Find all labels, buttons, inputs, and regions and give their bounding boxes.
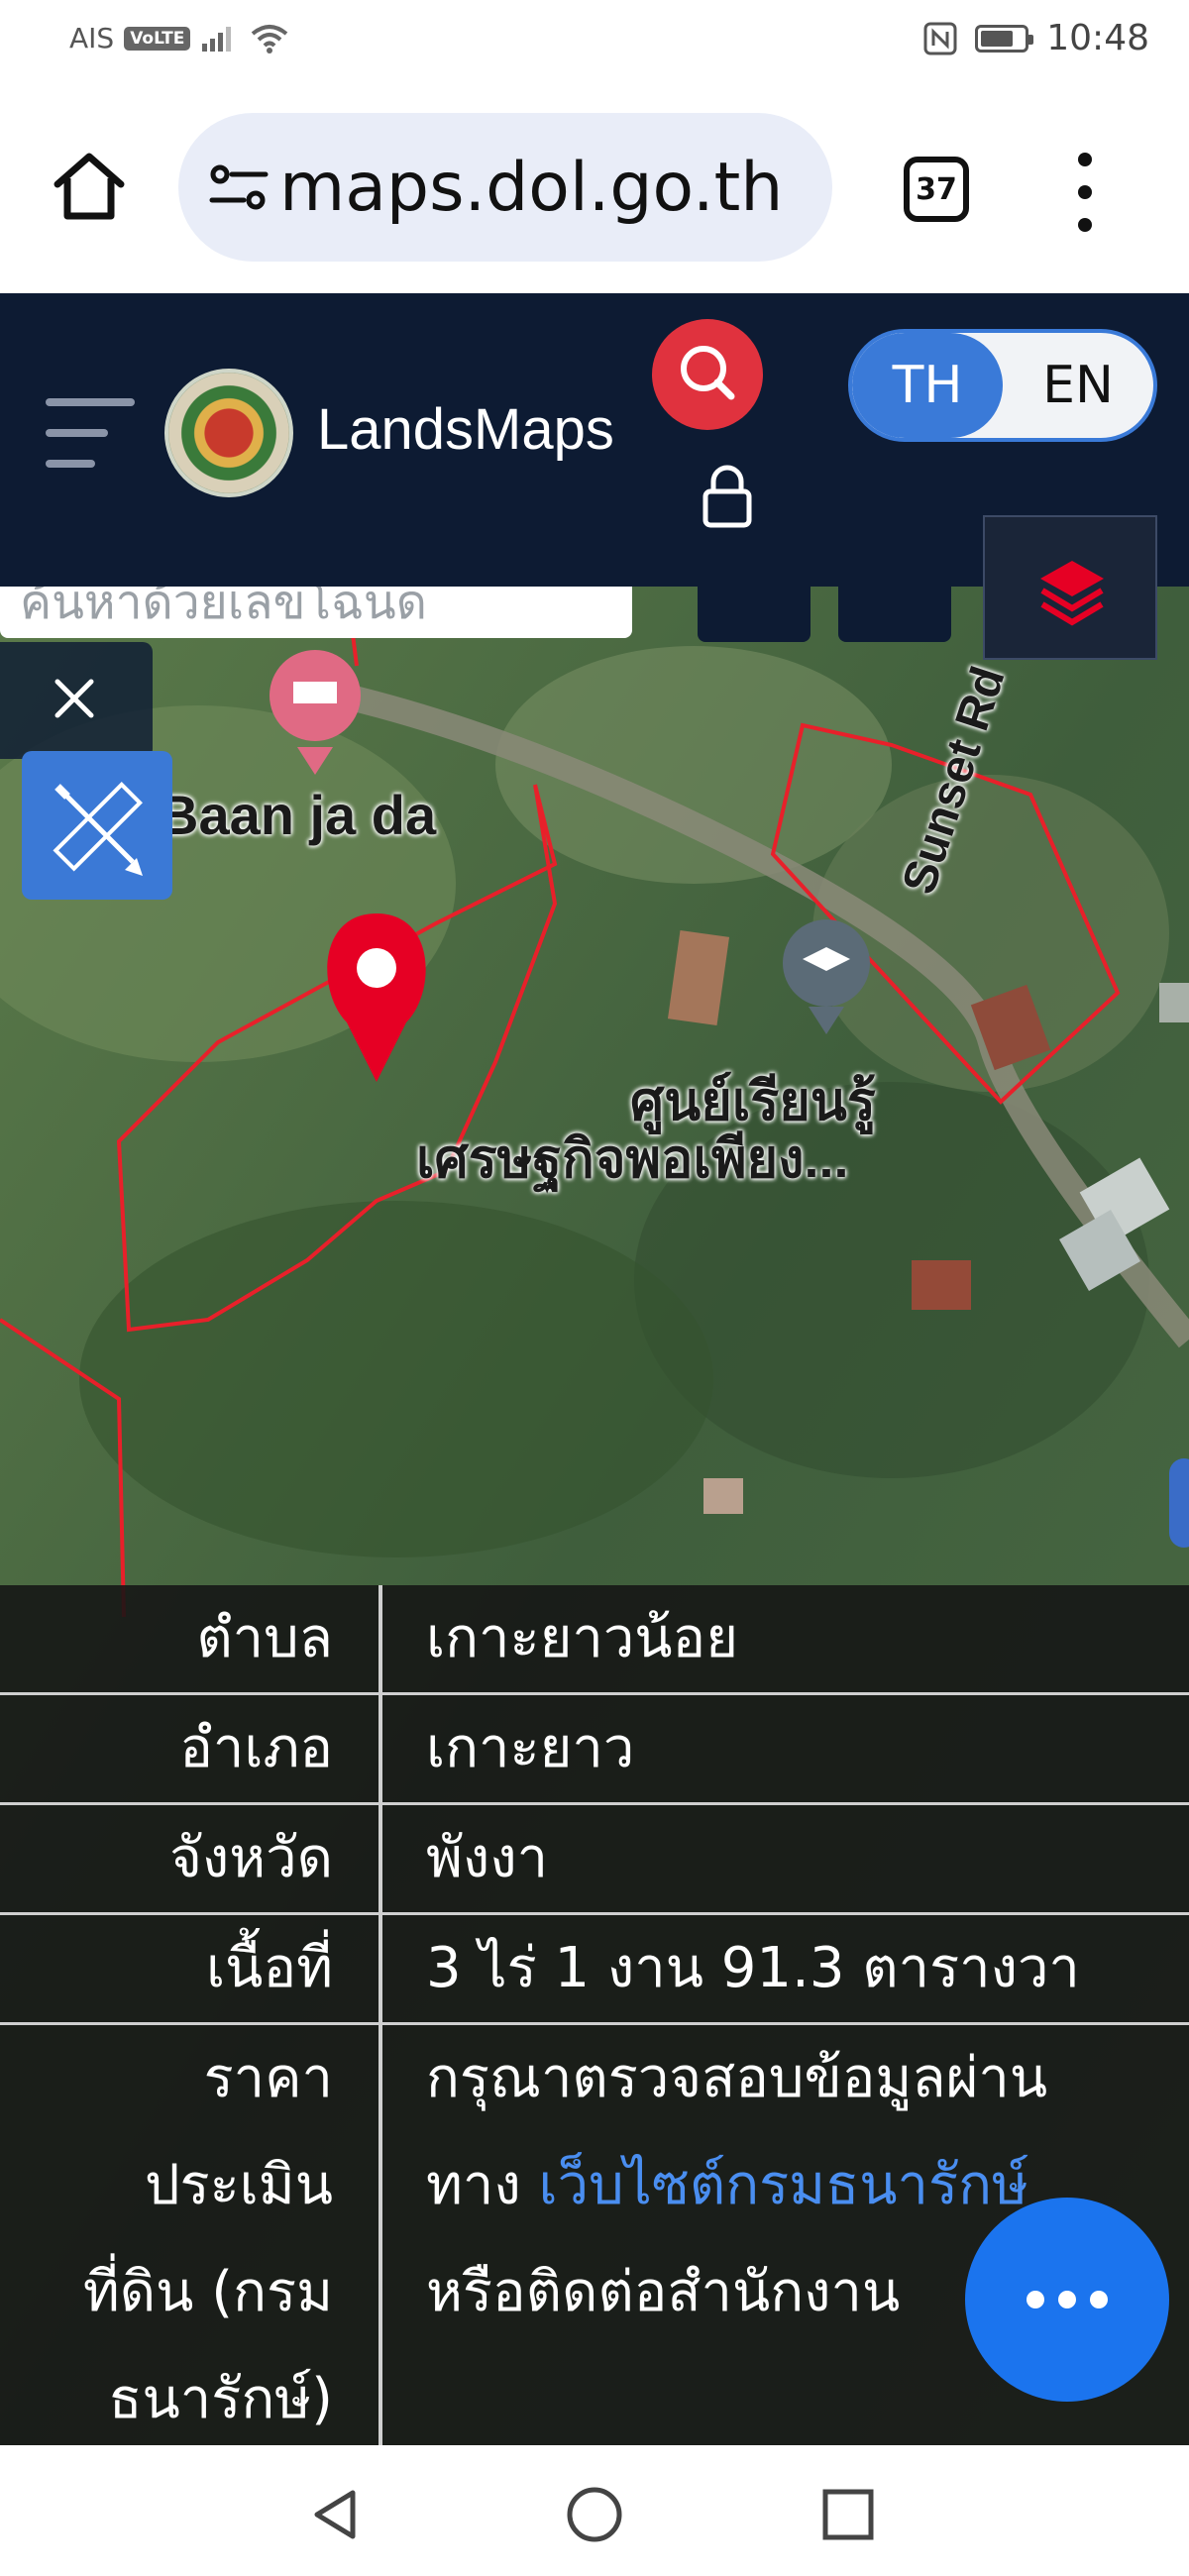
- address-bar[interactable]: maps.dol.go.th: [178, 113, 832, 262]
- table-row: ตำบล เกาะยาวน้อย: [0, 1585, 1189, 1695]
- status-left: AIS VoLTE: [69, 22, 289, 54]
- lang-th-button[interactable]: TH: [852, 333, 1003, 438]
- row-label: เนื้อที่: [206, 1936, 333, 2000]
- layers-icon: [1040, 561, 1104, 626]
- table-row: เนื้อที่ 3 ไร่ 1 งาน 91.3 ตารางวา: [0, 1915, 1189, 2025]
- price-value-line: กรุณาตรวจสอบข้อมูลผ่าน: [426, 2046, 1048, 2110]
- signal-icon: [202, 26, 232, 52]
- map-label-hotel[interactable]: Baan ja da: [159, 783, 436, 847]
- search-button[interactable]: [652, 319, 763, 430]
- lang-en-button[interactable]: EN: [1003, 333, 1153, 438]
- recents-nav-icon[interactable]: [818, 2485, 878, 2544]
- price-value-prefix: ทาง: [426, 2153, 539, 2217]
- language-toggle[interactable]: TH EN: [848, 329, 1157, 442]
- search-placeholder: ค้นหาด้วยเลขโฉนด: [20, 587, 427, 630]
- row-label: จังหวัด: [169, 1826, 333, 1890]
- brand-title: LandsMaps: [317, 397, 614, 462]
- lock-icon[interactable]: [700, 464, 755, 529]
- treasury-website-link[interactable]: เว็บไซต์กรมธนารักษ์: [539, 2153, 1028, 2217]
- search-icon: [681, 346, 735, 400]
- measure-tool-button[interactable]: [838, 587, 951, 642]
- hamburger-menu-icon[interactable]: [46, 398, 135, 468]
- wifi-icon: [252, 24, 288, 54]
- layers-button[interactable]: [983, 515, 1157, 660]
- parcel-search-input[interactable]: ค้นหาด้วยเลขโฉนด: [0, 587, 632, 638]
- map-tool-button[interactable]: [698, 587, 811, 642]
- battery-fill: [981, 30, 1013, 47]
- price-label-line: ธนารักษ์): [108, 2367, 333, 2431]
- home-icon[interactable]: [50, 147, 129, 226]
- status-right: 10:48: [923, 18, 1149, 58]
- system-nav-bar: [0, 2445, 1189, 2576]
- row-value: เกาะยาวน้อย: [426, 1606, 738, 1670]
- row-value: เกาะยาว: [426, 1716, 635, 1780]
- browser-menu-icon[interactable]: [1065, 153, 1105, 232]
- carrier-label: AIS: [69, 22, 115, 54]
- clock: 10:48: [1046, 18, 1149, 58]
- map-view[interactable]: Baan ja da ศูนย์เรียนรู้ เศรษฐกิจพอเพียง…: [0, 587, 1189, 2445]
- volte-badge: VoLTE: [124, 26, 191, 51]
- browser-toolbar: maps.dol.go.th 37: [0, 85, 1189, 293]
- price-label-line: ราคา: [203, 2046, 333, 2110]
- measure-ruler-button[interactable]: [22, 751, 172, 900]
- ruler-pencil-icon: [53, 782, 143, 876]
- table-row: จังหวัด พังงา: [0, 1805, 1189, 1915]
- back-nav-icon[interactable]: [307, 2485, 367, 2544]
- status-bar: AIS VoLTE 10:48: [0, 0, 1189, 85]
- site-settings-icon[interactable]: [204, 153, 273, 222]
- row-value: 3 ไร่ 1 งาน 91.3 ตารางวา: [426, 1936, 1080, 2000]
- row-label: อำเภอ: [179, 1716, 333, 1780]
- row-value: พังงา: [426, 1826, 549, 1890]
- row-label: ตำบล: [196, 1606, 333, 1670]
- more-options-fab[interactable]: [965, 2198, 1169, 2402]
- close-icon: [54, 679, 94, 718]
- department-seal-logo: [164, 369, 293, 497]
- tab-switcher-button[interactable]: 37: [904, 157, 969, 222]
- close-panel-button[interactable]: [0, 642, 153, 759]
- nfc-icon: [923, 22, 957, 54]
- price-label-line: ที่ดิน (กรม: [82, 2260, 333, 2324]
- price-label-line: ประเมิน: [144, 2153, 333, 2217]
- battery-icon: [975, 24, 1034, 53]
- home-nav-icon[interactable]: [565, 2485, 624, 2544]
- url-text[interactable]: maps.dol.go.th: [279, 149, 783, 227]
- table-row: อำเภอ เกาะยาว: [0, 1695, 1189, 1805]
- map-label-learning-center-sub[interactable]: เศรษฐกิจพอเพียง...: [416, 1116, 849, 1201]
